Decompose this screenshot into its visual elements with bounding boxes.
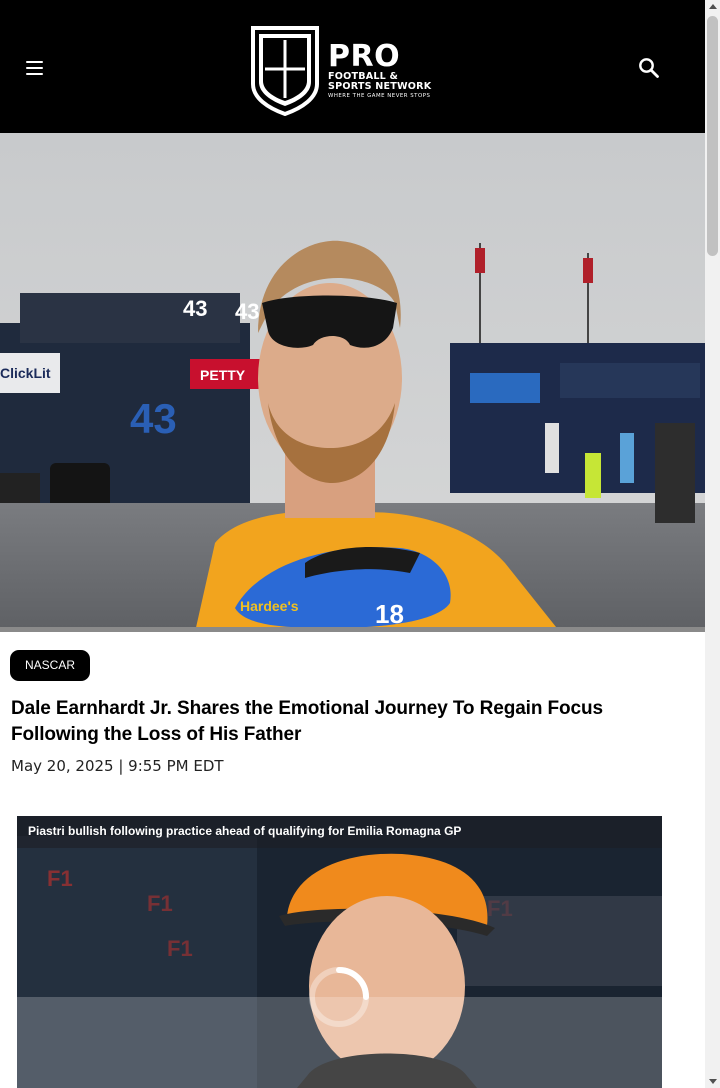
scroll-thumb[interactable] [707, 16, 718, 256]
category-tag[interactable]: NASCAR [10, 650, 91, 681]
article-date: May 20, 2025 | 9:55 PM EDT [11, 757, 224, 775]
svg-text:43: 43 [235, 299, 259, 324]
site-logo[interactable]: PRO FOOTBALL & SPORTS NETWORK WHERE THE … [250, 26, 465, 116]
site-header: PRO FOOTBALL & SPORTS NETWORK WHERE THE … [0, 0, 705, 133]
svg-text:Hardee's: Hardee's [240, 598, 299, 614]
article-title: Dale Earnhardt Jr. Shares the Emotional … [11, 698, 603, 745]
svg-text:ClickLit: ClickLit [0, 365, 51, 381]
svg-text:F1: F1 [147, 891, 173, 916]
svg-text:43: 43 [130, 395, 177, 442]
loading-spinner-icon [309, 967, 369, 1027]
svg-text:F1: F1 [47, 866, 73, 891]
page-scrollbar[interactable] [705, 0, 720, 1088]
scroll-up-icon[interactable] [709, 4, 717, 9]
search-icon[interactable] [636, 55, 662, 81]
logo-brand: PRO [328, 39, 401, 74]
svg-text:PETTY: PETTY [200, 367, 246, 383]
hero-image: ClickLit PETTY 43 43 43 M [0, 133, 705, 632]
pfsn-badge-icon [251, 26, 319, 116]
logo-line-2: SPORTS NETWORK [328, 81, 432, 92]
svg-text:18: 18 [375, 599, 404, 629]
logo-tagline: WHERE THE GAME NEVER STOPS [328, 93, 431, 99]
hamburger-menu-icon[interactable] [24, 58, 46, 78]
svg-text:43: 43 [183, 296, 207, 321]
svg-text:F1: F1 [167, 936, 193, 961]
scroll-down-icon[interactable] [709, 1079, 717, 1084]
video-title: Piastri bullish following practice ahead… [17, 816, 662, 848]
